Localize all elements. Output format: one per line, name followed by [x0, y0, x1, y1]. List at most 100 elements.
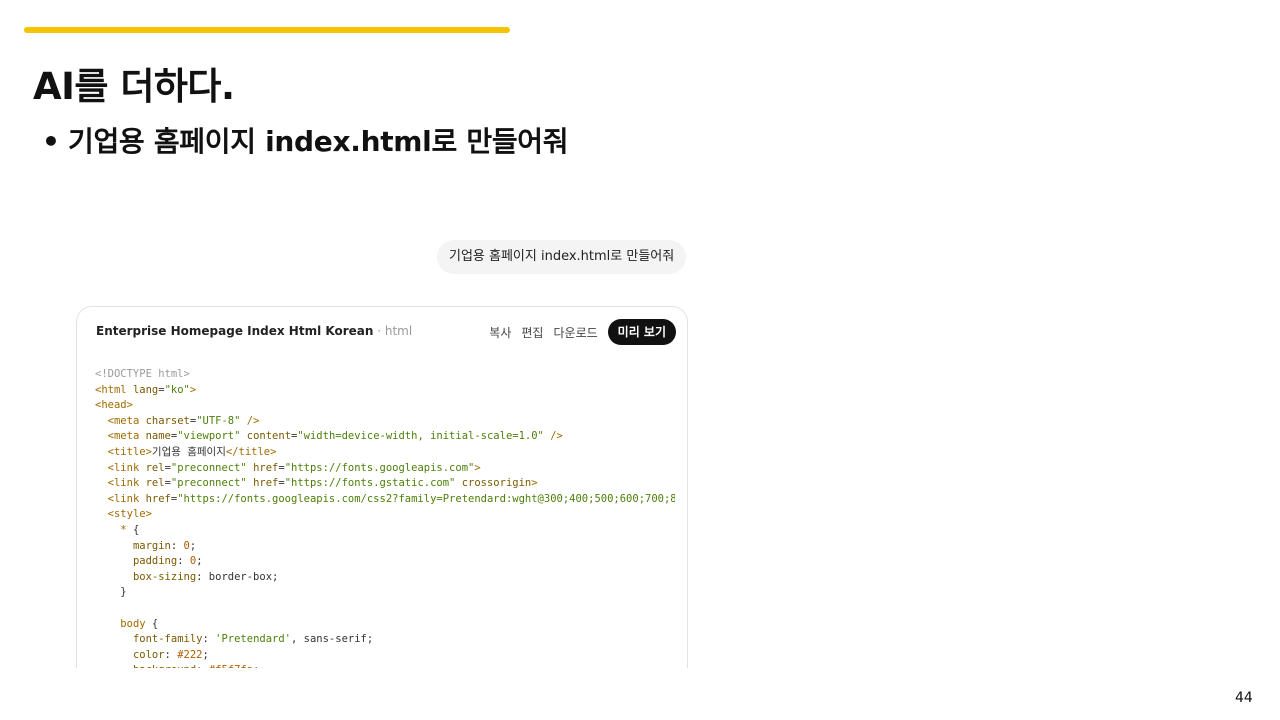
code-token: *: [120, 523, 133, 536]
code-token: :: [202, 633, 216, 646]
code-line: <link rel="preconnect" href="https://fon…: [95, 461, 675, 477]
code-card-actions: 복사 편집 다운로드 미리 보기: [489, 319, 676, 345]
code-token: 'Pretendard': [215, 633, 291, 646]
code-token: "width=device-width, initial-scale=1.0": [297, 430, 544, 443]
code-card: Enterprise Homepage Index Html Korean · …: [76, 306, 688, 668]
code-token: color: [132, 648, 165, 661]
code-line: margin: 0;: [95, 539, 675, 555]
code-token: </title>: [225, 445, 277, 458]
code-line: * {: [95, 523, 675, 539]
code-token: ;: [196, 555, 203, 568]
code-card-filename: Enterprise Homepage Index Html Korean: [96, 324, 374, 338]
bullet-text: 기업용 홈페이지 index.html로 만들어줘: [68, 125, 569, 158]
edit-button[interactable]: 편집: [521, 324, 543, 341]
code-line: <title>기업용 홈페이지</title>: [95, 445, 675, 461]
code-token: />: [543, 430, 563, 443]
preview-button[interactable]: 미리 보기: [607, 319, 676, 345]
code-token: 기업용 홈페이지: [151, 445, 226, 458]
code-token: padding: [132, 555, 178, 568]
code-token: "viewport": [177, 430, 241, 443]
code-token: {: [151, 617, 159, 630]
code-line: }: [95, 585, 675, 601]
code-token: body: [120, 617, 152, 630]
download-button[interactable]: 다운로드: [553, 324, 597, 341]
code-token: "preconnect": [170, 477, 247, 490]
code-line: <html lang="ko">: [95, 383, 675, 399]
code-token: , sans-serif;: [291, 633, 374, 646]
code-token: }: [95, 586, 127, 599]
code-card-header: Enterprise Homepage Index Html Korean · …: [77, 307, 687, 357]
code-line: background: #f5f7fa;: [95, 663, 675, 668]
code-token: <link: [107, 477, 146, 490]
accent-bar: [24, 27, 510, 33]
code-token: "https://fonts.googleapis.com": [284, 461, 475, 474]
code-token: crossorigin: [455, 477, 532, 490]
code-line: <style>: [95, 507, 675, 523]
code-token: :: [177, 555, 190, 568]
code-line: font-family: 'Pretendard', sans-serif;: [95, 632, 675, 648]
code-token: href: [246, 461, 279, 474]
code-token: href: [145, 492, 171, 505]
code-card-language: · html: [373, 324, 413, 338]
code-token: <style>: [107, 508, 152, 521]
code-token: #f5f7fa: [209, 664, 253, 668]
code-line: <link href="https://fonts.googleapis.com…: [95, 492, 675, 508]
code-token: <html: [95, 383, 133, 396]
code-token: ;: [202, 648, 209, 661]
code-token: rel: [145, 461, 165, 474]
code-token: >: [474, 461, 481, 474]
code-line: <link rel="preconnect" href="https://fon…: [95, 476, 675, 492]
slide: AI를 더하다. • 기업용 홈페이지 index.html로 만들어줘 기업용 …: [0, 0, 1280, 720]
code-token: "https://fonts.gstatic.com": [284, 477, 456, 490]
code-token: :: [164, 648, 178, 661]
slide-title: AI를 더하다.: [33, 65, 235, 108]
code-token: background: [133, 664, 196, 668]
code-line: body {: [95, 617, 675, 633]
code-token: "https://fonts.googleapis.com/css2?famil…: [177, 492, 675, 505]
bullet-marker: •: [42, 125, 60, 158]
code-line: <meta charset="UTF-8" />: [95, 414, 675, 430]
code-token: :: [170, 539, 184, 552]
page-number: 44: [1235, 690, 1253, 706]
code-token: href: [246, 477, 279, 490]
code-token: content: [240, 430, 292, 443]
code-token: <!DOCTYPE html>: [95, 368, 190, 380]
code-block: <!DOCTYPE html> <html lang="ko"> <head> <m…: [95, 367, 675, 668]
code-card-title: Enterprise Homepage Index Html Korean · …: [96, 324, 412, 338]
code-token: "preconnect": [170, 461, 247, 474]
code-token: <head>: [95, 399, 133, 412]
code-token: "UTF-8": [196, 414, 241, 427]
code-line: <!DOCTYPE html>: [95, 367, 675, 383]
code-token: : border-box;: [196, 570, 279, 583]
code-token: <link: [107, 461, 146, 474]
code-token: box-sizing: [132, 570, 197, 583]
code-line: <head>: [95, 398, 675, 414]
code-token: lang: [132, 383, 159, 396]
code-token: <meta: [107, 414, 146, 427]
code-line: color: #222;: [95, 648, 675, 664]
copy-button[interactable]: 복사: [489, 324, 511, 341]
code-line: box-sizing: border-box;: [95, 570, 675, 586]
code-token: font-family: [132, 633, 203, 646]
code-token: ;: [189, 539, 197, 552]
code-token: ;: [253, 664, 259, 668]
code-token: <meta: [107, 430, 146, 443]
code-token: margin: [132, 539, 171, 552]
code-token: />: [240, 414, 260, 427]
